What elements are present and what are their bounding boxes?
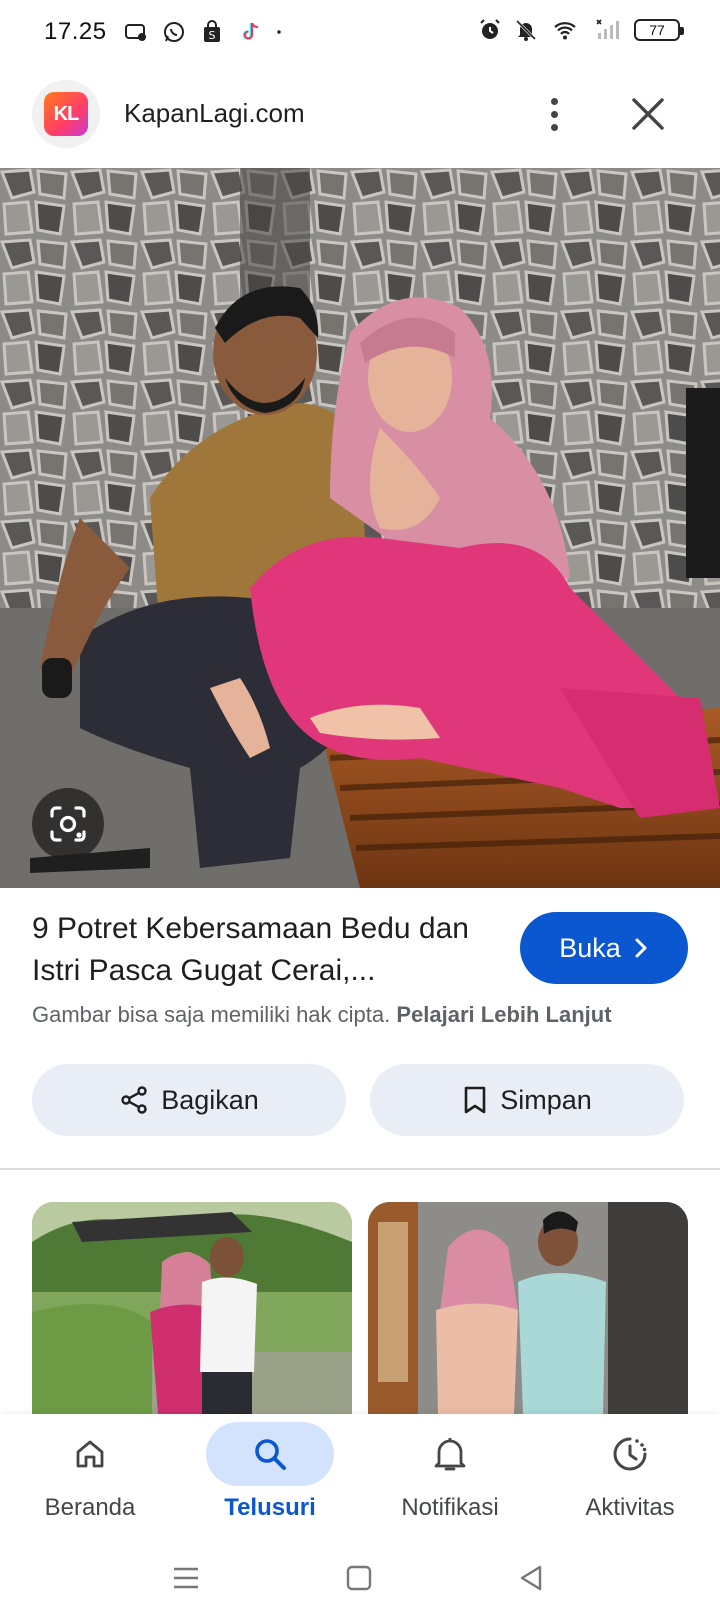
caption-icon: [125, 24, 146, 41]
home-button-icon[interactable]: [340, 1562, 380, 1594]
divider: [0, 1168, 720, 1170]
activity-icon: [613, 1437, 647, 1471]
nav-item-telusuri[interactable]: Telusuri: [180, 1414, 360, 1540]
system-status-icons: 77: [478, 18, 684, 42]
related-image[interactable]: [32, 1202, 352, 1414]
nav-label: Telusuri: [224, 1494, 316, 1521]
nav-icon-container: [566, 1422, 694, 1486]
share-icon: [121, 1086, 147, 1114]
source-header: KL KapanLagi.com: [0, 78, 720, 158]
battery-level: 77: [649, 22, 665, 38]
home-icon: [76, 1440, 104, 1468]
bookmark-icon: [464, 1086, 486, 1114]
save-label: Simpan: [500, 1084, 592, 1115]
more-dot: [550, 97, 558, 105]
chevron-right-icon: [635, 938, 647, 958]
notification-icons: S: [124, 20, 288, 44]
system-navigation-bar: [0, 1540, 720, 1612]
couple-photo: [0, 168, 720, 888]
search-icon: [255, 1439, 286, 1470]
nav-icon-container: [26, 1422, 154, 1486]
tiktok-icon: [242, 22, 259, 40]
visit-button[interactable]: Buka: [520, 912, 688, 984]
lens-search-button[interactable]: [32, 788, 104, 860]
shopping-bag-icon: S: [204, 20, 220, 42]
signal-icon: [596, 19, 619, 39]
status-time: 17.25: [44, 18, 107, 45]
related-image[interactable]: [368, 1202, 688, 1414]
source-name[interactable]: KapanLagi.com: [124, 98, 305, 129]
nav-icon-container: [206, 1422, 334, 1486]
recents-icon[interactable]: [166, 1562, 206, 1594]
whatsapp-icon: [164, 22, 184, 42]
status-bar: 17.25 S 77: [0, 0, 720, 66]
nav-label: Beranda: [44, 1494, 136, 1521]
google-lens-icon: [50, 806, 86, 842]
close-button[interactable]: [626, 92, 670, 136]
bell-icon: [434, 1438, 466, 1471]
wifi-icon: [554, 22, 576, 40]
svg-text:S: S: [209, 29, 216, 42]
nav-icon-container: [386, 1422, 514, 1486]
more-options-button[interactable]: [534, 90, 574, 138]
dot-icon: [277, 30, 281, 34]
main-image[interactable]: [0, 168, 720, 888]
learn-more-link[interactable]: Pelajari Lebih Lanjut: [396, 1002, 611, 1027]
back-icon[interactable]: [512, 1562, 552, 1594]
nav-item-beranda[interactable]: Beranda: [0, 1414, 180, 1540]
visit-label: Buka: [559, 932, 621, 963]
save-button[interactable]: Simpan: [370, 1064, 684, 1136]
battery-icon: 77: [634, 19, 684, 41]
share-label: Bagikan: [161, 1084, 259, 1115]
more-dot: [550, 123, 558, 131]
bottom-navigation: Beranda Telusuri Notifikasi Aktivitas: [0, 1414, 720, 1540]
alarm-icon: [480, 19, 500, 39]
source-logo[interactable]: KL: [32, 80, 100, 148]
copyright-notice: Gambar bisa saja memiliki hak cipta. Pel…: [32, 1002, 612, 1028]
related-photo-garden: [32, 1202, 352, 1414]
more-dot: [550, 110, 558, 118]
nav-item-notifikasi[interactable]: Notifikasi: [360, 1414, 540, 1540]
related-photo-wall: [368, 1202, 688, 1414]
nav-label: Notifikasi: [401, 1494, 499, 1521]
result-title[interactable]: 9 Potret Kebersamaan Bedu dan Istri Pasc…: [32, 908, 482, 992]
mute-icon: [515, 19, 537, 41]
nav-item-aktivitas[interactable]: Aktivitas: [540, 1414, 720, 1540]
share-button[interactable]: Bagikan: [32, 1064, 346, 1136]
kapanlagi-logo: KL: [44, 92, 88, 136]
nav-label: Aktivitas: [585, 1494, 675, 1521]
copyright-text: Gambar bisa saja memiliki hak cipta.: [32, 1002, 391, 1027]
